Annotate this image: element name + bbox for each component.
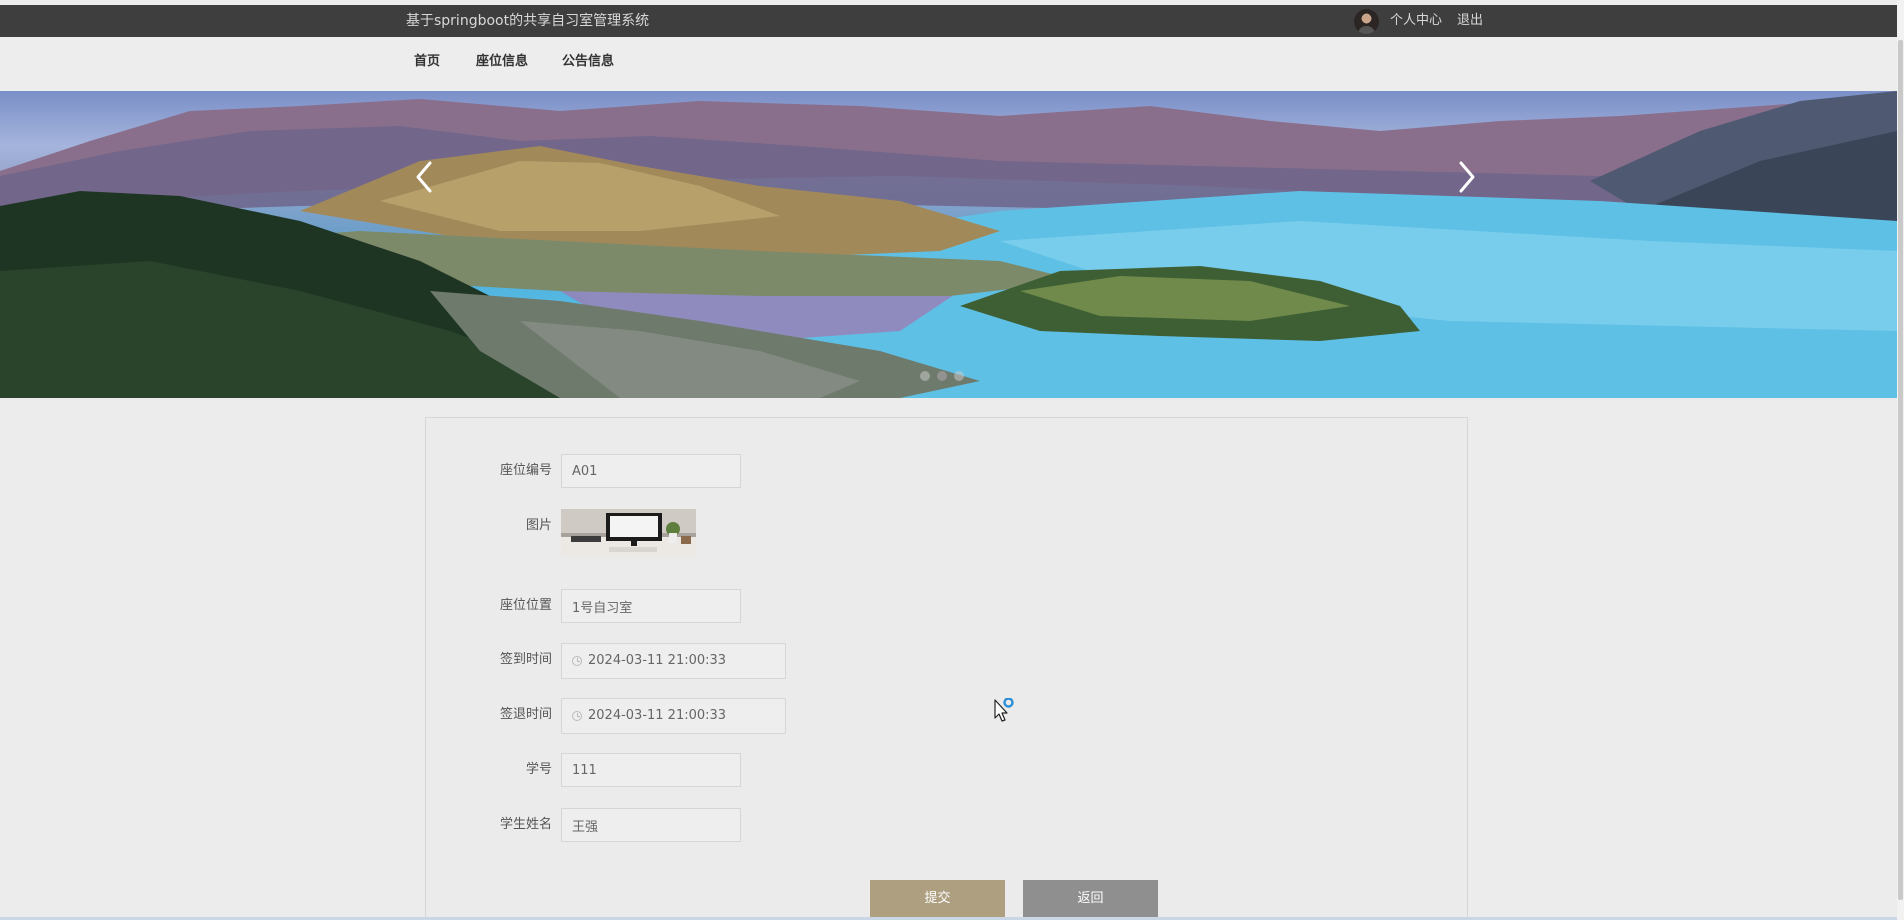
- checkout-time-picker[interactable]: 2024-03-11 21:00:33: [561, 698, 786, 734]
- student-name-label: 学生姓名: [499, 817, 552, 832]
- submit-button[interactable]: 提交: [870, 880, 1005, 918]
- checkin-time-label: 签到时间: [499, 652, 552, 667]
- checkout-time-label: 签退时间: [499, 707, 552, 722]
- checkin-time-picker[interactable]: 2024-03-11 21:00:33: [561, 643, 786, 679]
- seat-number-field[interactable]: [561, 454, 741, 488]
- clock-icon: [572, 711, 582, 721]
- checkout-time-value: 2024-03-11 21:00:33: [588, 708, 727, 723]
- student-id-label: 学号: [525, 762, 552, 777]
- personal-center-link[interactable]: 个人中心: [1390, 13, 1442, 29]
- main-nav: 首页 座位信息 公告信息: [0, 37, 1904, 91]
- nav-item-announcements[interactable]: 公告信息: [562, 54, 614, 70]
- logout-link[interactable]: 退出: [1457, 13, 1483, 29]
- busy-cursor-icon: [994, 698, 1014, 722]
- carousel-next-icon[interactable]: [1451, 157, 1481, 197]
- scrollbar-thumb[interactable]: [1898, 40, 1903, 900]
- top-bar: 基于springboot的共享自习室管理系统 个人中心 退出: [0, 5, 1904, 37]
- seat-photo: [561, 509, 696, 556]
- student-name-field[interactable]: [561, 808, 741, 842]
- carousel-dot-3[interactable]: [954, 371, 964, 381]
- carousel-indicators: [920, 371, 964, 381]
- back-button[interactable]: 返回: [1023, 880, 1158, 918]
- user-avatar[interactable]: [1354, 9, 1379, 34]
- nav-item-seat-info[interactable]: 座位信息: [476, 54, 528, 70]
- seat-image: [561, 509, 696, 556]
- image-label: 图片: [525, 518, 552, 533]
- banner-landscape-image: [0, 91, 1897, 398]
- nav-item-home[interactable]: 首页: [414, 54, 440, 70]
- seat-number-label: 座位编号: [499, 463, 552, 478]
- seat-location-field[interactable]: [561, 589, 741, 623]
- student-id-field[interactable]: [561, 753, 741, 787]
- carousel-dot-1[interactable]: [920, 371, 930, 381]
- clock-icon: [572, 656, 582, 666]
- banner-carousel: [0, 91, 1897, 398]
- carousel-dot-2[interactable]: [937, 371, 947, 381]
- page: 基于springboot的共享自习室管理系统 个人中心 退出 首页 座位信息 公…: [0, 0, 1904, 920]
- seat-location-label: 座位位置: [499, 598, 552, 613]
- checkin-time-value: 2024-03-11 21:00:33: [588, 653, 727, 668]
- vertical-scrollbar[interactable]: [1897, 0, 1904, 920]
- carousel-prev-icon[interactable]: [410, 157, 440, 197]
- site-title: 基于springboot的共享自习室管理系统: [406, 13, 650, 29]
